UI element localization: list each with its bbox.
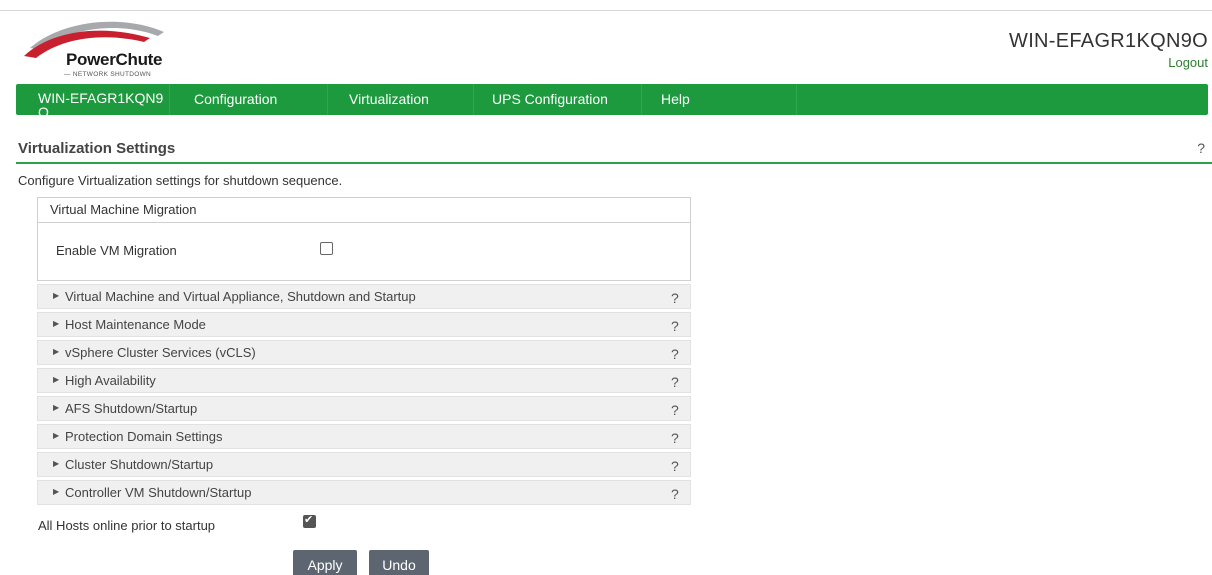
section-controller-vm-shutdown-startup[interactable]: ▶ Controller VM Shutdown/Startup ? xyxy=(37,480,691,505)
nav-item-host[interactable]: WIN-EFAGR1KQN9O xyxy=(16,84,170,115)
nav-item-ups-configuration[interactable]: UPS Configuration xyxy=(474,84,642,115)
section-label: Cluster Shutdown/Startup xyxy=(65,457,214,472)
caret-right-icon: ▶ xyxy=(53,459,60,468)
section-host-maintenance-mode[interactable]: ▶ Host Maintenance Mode ? xyxy=(37,312,691,337)
nav-item-help[interactable]: Help xyxy=(642,84,797,115)
main-navbar: WIN-EFAGR1KQN9O Configuration Virtualiza… xyxy=(16,84,1208,115)
logo-tagline: — NETWORK SHUTDOWN xyxy=(64,71,152,78)
enable-vm-migration-label: Enable VM Migration xyxy=(56,243,177,258)
checkmark-icon: ✔ xyxy=(304,514,314,526)
title-divider xyxy=(16,162,1212,164)
caret-right-icon: ▶ xyxy=(53,347,60,356)
section-high-availability[interactable]: ▶ High Availability ? xyxy=(37,368,691,393)
section-label: Protection Domain Settings xyxy=(65,429,223,444)
undo-button[interactable]: Undo xyxy=(369,550,429,575)
page-description: Configure Virtualization settings for sh… xyxy=(18,173,343,188)
section-protection-domain-settings[interactable]: ▶ Protection Domain Settings ? xyxy=(37,424,691,449)
section-label: High Availability xyxy=(65,373,156,388)
vm-migration-panel: Virtual Machine Migration Enable VM Migr… xyxy=(37,197,691,281)
section-cluster-shutdown-startup[interactable]: ▶ Cluster Shutdown/Startup ? xyxy=(37,452,691,477)
help-icon[interactable]: ? xyxy=(671,374,679,390)
section-label: Controller VM Shutdown/Startup xyxy=(65,485,252,500)
nav-item-virtualization[interactable]: Virtualization xyxy=(328,84,474,115)
nav-item-configuration[interactable]: Configuration xyxy=(170,84,328,115)
help-icon[interactable]: ? xyxy=(671,486,679,502)
caret-right-icon: ▶ xyxy=(53,375,60,384)
top-divider xyxy=(0,10,1212,11)
all-hosts-online-label: All Hosts online prior to startup xyxy=(38,518,216,533)
app-root: PowerChute — NETWORK SHUTDOWN WIN-EFAGR1… xyxy=(0,0,1212,575)
section-label: AFS Shutdown/Startup xyxy=(65,401,198,416)
logo-wordmark: PowerChute xyxy=(66,50,163,69)
help-icon[interactable]: ? xyxy=(671,402,679,418)
section-label: Host Maintenance Mode xyxy=(65,317,206,332)
help-icon[interactable]: ? xyxy=(671,346,679,362)
vm-migration-header: Virtual Machine Migration xyxy=(38,198,690,223)
enable-vm-migration-checkbox[interactable] xyxy=(320,242,333,255)
section-label: Virtual Machine and Virtual Appliance, S… xyxy=(65,289,416,304)
caret-right-icon: ▶ xyxy=(53,403,60,412)
caret-right-icon: ▶ xyxy=(53,431,60,440)
help-icon[interactable]: ? xyxy=(671,458,679,474)
help-icon[interactable]: ? xyxy=(1197,140,1205,156)
host-title: WIN-EFAGR1KQN9O xyxy=(1009,30,1208,52)
logout-link[interactable]: Logout xyxy=(1168,55,1208,70)
help-icon[interactable]: ? xyxy=(671,290,679,306)
section-afs-shutdown-startup[interactable]: ▶ AFS Shutdown/Startup ? xyxy=(37,396,691,421)
section-vm-shutdown-startup[interactable]: ▶ Virtual Machine and Virtual Appliance,… xyxy=(37,284,691,309)
powerchute-logo: PowerChute — NETWORK SHUTDOWN xyxy=(22,16,172,78)
page-title: Virtualization Settings xyxy=(18,140,176,157)
caret-right-icon: ▶ xyxy=(53,319,60,328)
help-icon[interactable]: ? xyxy=(671,318,679,334)
help-icon[interactable]: ? xyxy=(671,430,679,446)
section-label: vSphere Cluster Services (vCLS) xyxy=(65,345,256,360)
section-vsphere-cluster-services[interactable]: ▶ vSphere Cluster Services (vCLS) ? xyxy=(37,340,691,365)
all-hosts-online-checkbox[interactable]: ✔ xyxy=(303,514,316,528)
caret-right-icon: ▶ xyxy=(53,487,60,496)
apply-button[interactable]: Apply xyxy=(293,550,357,575)
caret-right-icon: ▶ xyxy=(53,291,60,300)
